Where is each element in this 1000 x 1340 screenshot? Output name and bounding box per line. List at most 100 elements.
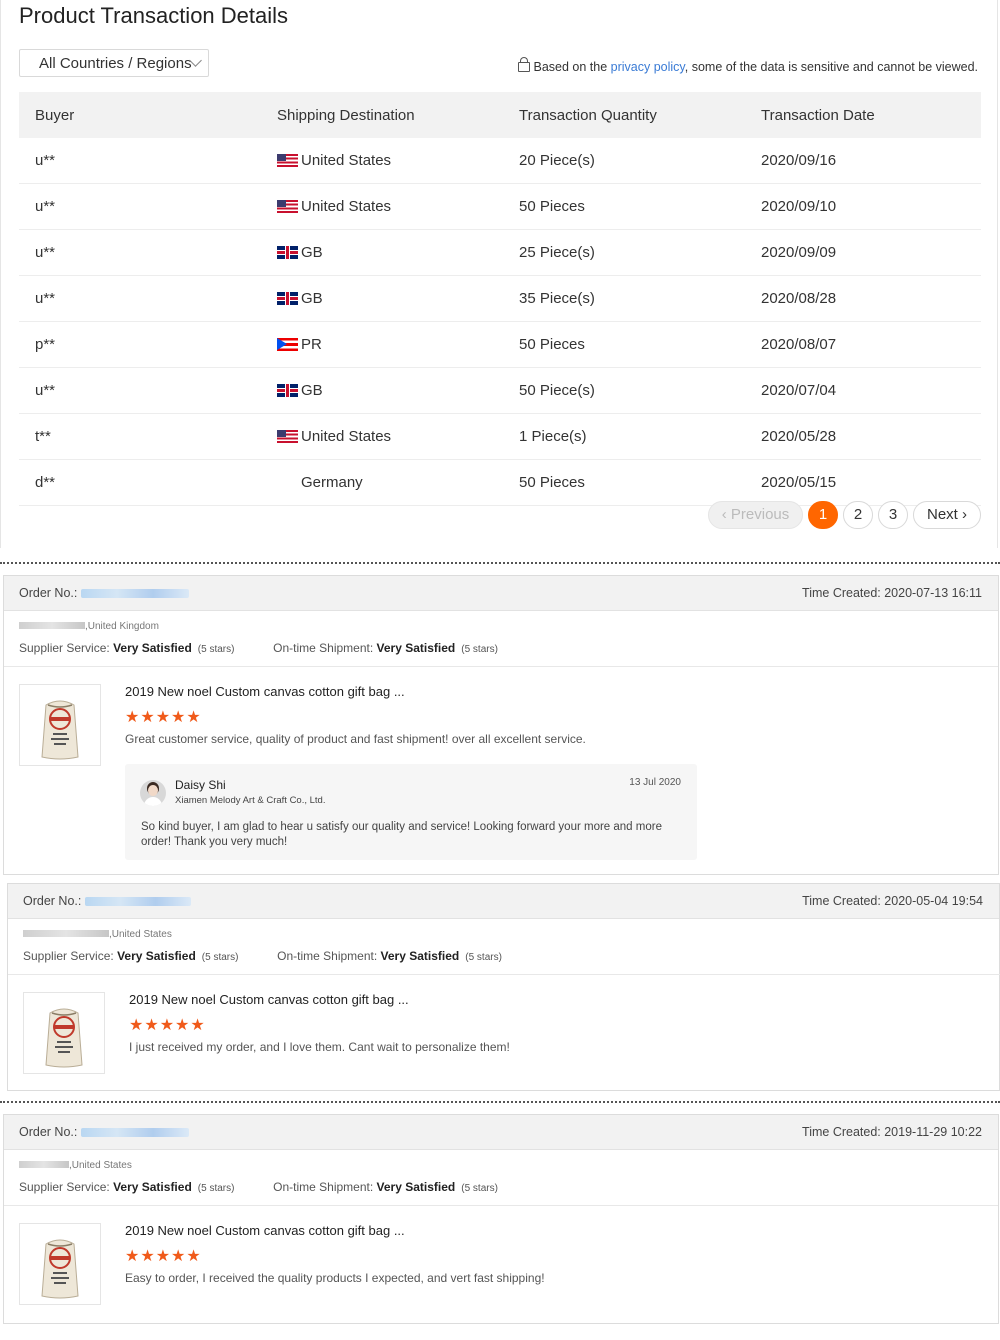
column-header-buyer: Buyer xyxy=(19,92,261,138)
shipment-value: Very Satisfied xyxy=(376,641,456,655)
buyer-cell: t** xyxy=(19,413,261,460)
table-row: p** PR 50 Pieces 2020/08/07 xyxy=(19,321,981,368)
gift-bag-icon xyxy=(41,700,79,760)
rating-stars: ★★★★★ xyxy=(129,1017,206,1034)
destination-cell: United States xyxy=(261,183,503,230)
pr-flag-icon xyxy=(277,338,298,351)
page-button-3[interactable]: 3 xyxy=(878,501,908,529)
previous-page-button[interactable]: ‹ Previous xyxy=(708,501,803,529)
review-header: Order No.: Time Created: 2020-05-04 19:5… xyxy=(8,884,999,919)
date-cell: 2020/07/04 xyxy=(745,367,981,414)
privacy-policy-link[interactable]: privacy policy xyxy=(611,60,685,74)
divider xyxy=(0,562,1000,564)
review-header: Order No.: Time Created: 2019-11-29 10:2… xyxy=(4,1115,998,1150)
location-text: ,United States xyxy=(109,929,172,940)
product-title-link[interactable]: 2019 New noel Custom canvas cotton gift … xyxy=(125,684,405,699)
time-created: Time Created: 2020-07-13 16:11 xyxy=(802,586,982,600)
product-thumbnail[interactable] xyxy=(19,684,101,766)
destination-text: PR xyxy=(301,336,322,353)
shipment-stars: (5 stars) xyxy=(461,1183,498,1194)
quantity-cell: 35 Piece(s) xyxy=(503,275,745,322)
rating-stars: ★★★★★ xyxy=(125,709,202,726)
divider xyxy=(4,1205,998,1206)
product-thumbnail[interactable] xyxy=(23,992,105,1074)
shipment-stars: (5 stars) xyxy=(465,952,502,963)
table-row: t** United States 1 Piece(s) 2020/05/28 xyxy=(19,413,981,460)
next-page-button[interactable]: Next › xyxy=(913,501,981,529)
reply-date: 13 Jul 2020 xyxy=(629,777,681,788)
table-row: d** Germany 50 Pieces 2020/05/15 xyxy=(19,459,981,506)
table-row: u** GB 35 Piece(s) 2020/08/28 xyxy=(19,275,981,322)
country-filter-dropdown[interactable]: All Countries / Regions xyxy=(19,49,209,77)
quantity-cell: 50 Pieces xyxy=(503,183,745,230)
page-button-1[interactable]: 1 xyxy=(808,501,838,529)
product-title-link[interactable]: 2019 New noel Custom canvas cotton gift … xyxy=(129,992,409,1007)
shipment-value: Very Satisfied xyxy=(380,949,460,963)
supplier-label: Supplier Service: xyxy=(23,949,114,963)
transaction-panel: Product Transaction Details All Countrie… xyxy=(0,0,998,548)
buyer-location: ,United States xyxy=(23,929,172,940)
table-row: u** United States 50 Pieces 2020/09/10 xyxy=(19,183,981,230)
gift-bag-icon xyxy=(41,1239,79,1299)
date-cell: 2020/08/28 xyxy=(745,275,981,322)
column-header-destination: Shipping Destination xyxy=(261,92,503,138)
blurred-order-id xyxy=(81,589,190,598)
destination-text: United States xyxy=(301,428,392,445)
quantity-cell: 50 Pieces xyxy=(503,321,745,368)
divider xyxy=(8,974,1000,975)
table-row: u** GB 50 Piece(s) 2020/07/04 xyxy=(19,367,981,414)
previous-label: Previous xyxy=(730,506,790,523)
product-thumbnail[interactable] xyxy=(19,1223,101,1305)
gift-bag-icon xyxy=(45,1008,83,1068)
review-card: Order No.: Time Created: 2020-07-13 16:1… xyxy=(3,575,999,875)
us-flag-icon xyxy=(277,200,298,213)
privacy-notice: Based on the privacy policy, some of the… xyxy=(517,57,978,74)
supplier-stars: (5 stars) xyxy=(197,1183,235,1194)
seller-reply: Daisy Shi Xiamen Melody Art & Craft Co.,… xyxy=(125,764,697,860)
table-row: u** GB 25 Piece(s) 2020/09/09 xyxy=(19,229,981,276)
date-cell: 2020/09/16 xyxy=(745,138,981,184)
buyer-cell: p** xyxy=(19,321,261,368)
time-created: Time Created: 2020-05-04 19:54 xyxy=(802,894,983,908)
buyer-location: ,United Kingdom xyxy=(19,621,159,632)
transaction-table: Buyer Shipping Destination Transaction Q… xyxy=(19,92,981,506)
buyer-cell: u** xyxy=(19,138,261,184)
divider xyxy=(0,1101,1000,1103)
service-ratings: Supplier Service: Very Satisfied (5 stars… xyxy=(19,641,498,655)
supplier-label: Supplier Service: xyxy=(19,641,110,655)
avatar xyxy=(140,780,166,806)
order-label: Order No.: xyxy=(19,586,78,600)
none-flag-icon xyxy=(277,476,298,489)
privacy-prefix: Based on the xyxy=(533,60,611,74)
destination-text: United States xyxy=(301,198,392,215)
blurred-buyer-name xyxy=(19,622,85,629)
review-header: Order No.: Time Created: 2020-07-13 16:1… xyxy=(4,576,998,611)
destination-text: GB xyxy=(301,382,323,399)
blurred-order-id xyxy=(85,897,192,906)
reply-text: So kind buyer, I am glad to hear u satis… xyxy=(141,821,662,848)
pagination: ‹ Previous 1 2 3 Next › xyxy=(1,501,999,531)
quantity-cell: 50 Pieces xyxy=(503,459,745,506)
product-title-link[interactable]: 2019 New noel Custom canvas cotton gift … xyxy=(125,1223,405,1238)
supplier-stars: (5 stars) xyxy=(201,952,239,963)
destination-cell: United States xyxy=(261,138,503,184)
order-label: Order No.: xyxy=(23,894,82,908)
quantity-cell: 50 Piece(s) xyxy=(503,367,745,414)
review-comment: Great customer service, quality of produ… xyxy=(125,732,586,746)
order-number: Order No.: xyxy=(19,586,190,600)
column-header-date: Transaction Date xyxy=(745,92,981,138)
quantity-cell: 1 Piece(s) xyxy=(503,413,745,460)
date-cell: 2020/09/10 xyxy=(745,183,981,230)
us-flag-icon xyxy=(277,430,298,443)
quantity-cell: 20 Piece(s) xyxy=(503,138,745,184)
page-button-2[interactable]: 2 xyxy=(843,501,873,529)
shipment-label: On-time Shipment: xyxy=(273,1180,374,1194)
shipment-label: On-time Shipment: xyxy=(273,641,374,655)
destination-cell: Germany xyxy=(261,459,503,506)
page-title: Product Transaction Details xyxy=(19,3,289,28)
location-text: ,United Kingdom xyxy=(85,621,159,632)
blurred-buyer-name xyxy=(23,930,109,937)
review-comment: I just received my order, and I love the… xyxy=(129,1040,510,1054)
review-card: Order No.: Time Created: 2019-11-29 10:2… xyxy=(3,1114,999,1324)
supplier-stars: (5 stars) xyxy=(197,644,235,655)
